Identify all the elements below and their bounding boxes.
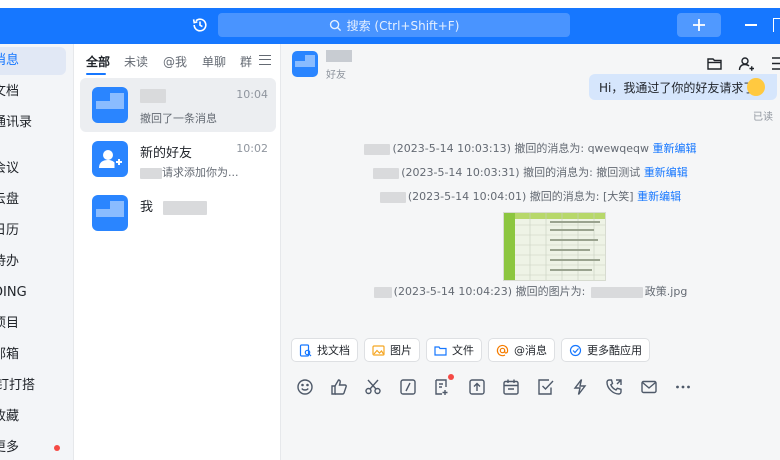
nav-item-drive[interactable]: 云盘 bbox=[0, 186, 66, 214]
re-edit-link[interactable]: 重新编辑 bbox=[644, 166, 688, 179]
nav-item-builder[interactable]: 钉钉打搭 bbox=[0, 372, 66, 400]
chat-subtitle: 好友 bbox=[326, 70, 346, 81]
conversation-item[interactable]: 我 bbox=[80, 186, 276, 240]
more-options-icon[interactable] bbox=[674, 378, 692, 396]
search-placeholder: 搜索 (Ctrl+Shift+F) bbox=[346, 18, 460, 33]
tab-all[interactable]: 全部 bbox=[86, 53, 110, 70]
settings-icon[interactable] bbox=[771, 55, 780, 72]
search-icon bbox=[329, 19, 341, 31]
more-apps-button[interactable]: 更多酷应用 bbox=[561, 338, 650, 362]
tab-unread[interactable]: 未读 bbox=[124, 53, 148, 70]
nav-item-todo[interactable]: 待办 bbox=[0, 248, 66, 276]
search-input[interactable]: 搜索 (Ctrl+Shift+F) bbox=[218, 13, 570, 37]
conversation-last-message: 撤回了一条消息 bbox=[140, 112, 217, 125]
chat-title bbox=[326, 50, 352, 62]
conversation-last-message: 请求添加你为... bbox=[140, 164, 239, 180]
thumbs-up-icon[interactable] bbox=[330, 378, 348, 396]
minimize-button[interactable] bbox=[745, 24, 757, 26]
recall-notice: (2023-5-14 10:03:13) 撤回的消息为: qwewqeqw 重新… bbox=[281, 140, 780, 156]
conversation-list: 全部 未读 @我 单聊 群 撤回了一条消息 10:04 新的好友 请求添加你为.… bbox=[75, 44, 281, 460]
add-member-icon[interactable] bbox=[738, 55, 755, 72]
tab-groups[interactable]: 群 bbox=[240, 53, 252, 70]
plus-icon bbox=[693, 19, 705, 31]
conversation-item[interactable]: 撤回了一条消息 10:04 bbox=[80, 78, 276, 132]
spreadsheet-preview bbox=[504, 213, 605, 280]
re-edit-link[interactable]: 重新编辑 bbox=[637, 190, 681, 203]
nav-item-calendar[interactable]: 日历 bbox=[0, 217, 66, 245]
image-button[interactable]: 图片 bbox=[364, 338, 420, 362]
nav-item-docs[interactable]: 文档 bbox=[0, 78, 66, 106]
create-button[interactable] bbox=[677, 13, 721, 37]
conversation-name: 新的好友 bbox=[140, 146, 193, 161]
re-edit-link[interactable]: 重新编辑 bbox=[653, 142, 697, 155]
nav-item-meetings[interactable]: 会议 bbox=[0, 155, 66, 183]
conversation-name bbox=[140, 88, 166, 103]
add-friend-icon bbox=[99, 150, 122, 168]
upload-icon[interactable] bbox=[468, 378, 486, 396]
tabs-menu-icon[interactable] bbox=[259, 55, 271, 65]
image-icon bbox=[372, 344, 385, 356]
folder-icon bbox=[434, 345, 447, 356]
mail-icon[interactable] bbox=[640, 378, 658, 396]
avatar bbox=[92, 87, 128, 123]
tab-mentions[interactable]: @我 bbox=[163, 53, 187, 70]
chat-avatar[interactable] bbox=[292, 51, 318, 77]
find-doc-icon bbox=[299, 343, 312, 357]
recall-notice: (2023-5-14 10:04:01) 撤回的消息为: [大笑] 重新编辑 bbox=[281, 188, 780, 204]
conversation-tabs: 全部 未读 @我 单聊 群 bbox=[75, 44, 281, 76]
conversation-name: 我 bbox=[140, 196, 208, 215]
file-button[interactable]: 文件 bbox=[426, 338, 482, 362]
call-icon[interactable] bbox=[605, 378, 623, 396]
recall-notice: (2023-5-14 10:03:31) 撤回的消息为: 撤回测试 重新编辑 bbox=[281, 164, 780, 180]
nav-item-contacts[interactable]: 通讯录 bbox=[0, 109, 66, 137]
more-badge bbox=[54, 445, 60, 451]
history-icon[interactable] bbox=[191, 16, 209, 34]
nav-item-mail[interactable]: 邮箱 bbox=[0, 341, 66, 369]
nav-item-projects[interactable]: 项目 bbox=[0, 310, 66, 338]
conversation-item[interactable]: 新的好友 请求添加你为... 10:02 bbox=[80, 132, 276, 186]
template-badge bbox=[448, 374, 454, 380]
recalled-image-thumbnail[interactable] bbox=[503, 212, 606, 281]
apps-icon bbox=[569, 344, 582, 356]
calendar-icon[interactable] bbox=[502, 378, 520, 396]
conversation-time: 10:04 bbox=[236, 88, 268, 101]
folder-icon[interactable] bbox=[706, 55, 723, 72]
nav-item-favorites[interactable]: 收藏 bbox=[0, 403, 66, 431]
task-check-icon[interactable] bbox=[537, 378, 555, 396]
recall-notice: (2023-5-14 10:04:23) 撤回的图片为: 政策.jpg bbox=[281, 283, 780, 299]
chat-panel: 好友 Hi，我通过了你的好友请求了 已读 (2023-5-14 10:03:13… bbox=[281, 44, 780, 460]
emoji-icon[interactable] bbox=[296, 378, 314, 396]
add-friend-avatar bbox=[92, 141, 128, 177]
slash-command-icon[interactable] bbox=[399, 378, 417, 396]
left-navigation: 消息 文档 通讯录 会议 云盘 日历 待办 DING 项目 邮箱 钉钉打搭 收藏… bbox=[0, 44, 74, 460]
tab-single-chat[interactable]: 单聊 bbox=[202, 53, 226, 70]
nav-item-ding[interactable]: DING bbox=[0, 279, 66, 307]
conversation-time: 10:02 bbox=[236, 142, 268, 155]
nav-item-messages[interactable]: 消息 bbox=[0, 47, 66, 75]
active-tab-indicator bbox=[86, 73, 106, 75]
smile-emoji-icon bbox=[747, 78, 765, 96]
maximize-button[interactable] bbox=[773, 18, 780, 32]
template-icon[interactable] bbox=[433, 378, 451, 396]
at-icon bbox=[496, 344, 509, 356]
scissors-icon[interactable] bbox=[364, 378, 382, 396]
avatar bbox=[92, 195, 128, 231]
ding-lightning-icon[interactable] bbox=[571, 378, 589, 396]
find-docs-button[interactable]: 找文档 bbox=[291, 338, 358, 362]
title-bar: 搜索 (Ctrl+Shift+F) bbox=[0, 0, 780, 44]
mention-message-button[interactable]: @消息 bbox=[488, 338, 555, 362]
read-receipt: 已读 bbox=[753, 112, 773, 123]
